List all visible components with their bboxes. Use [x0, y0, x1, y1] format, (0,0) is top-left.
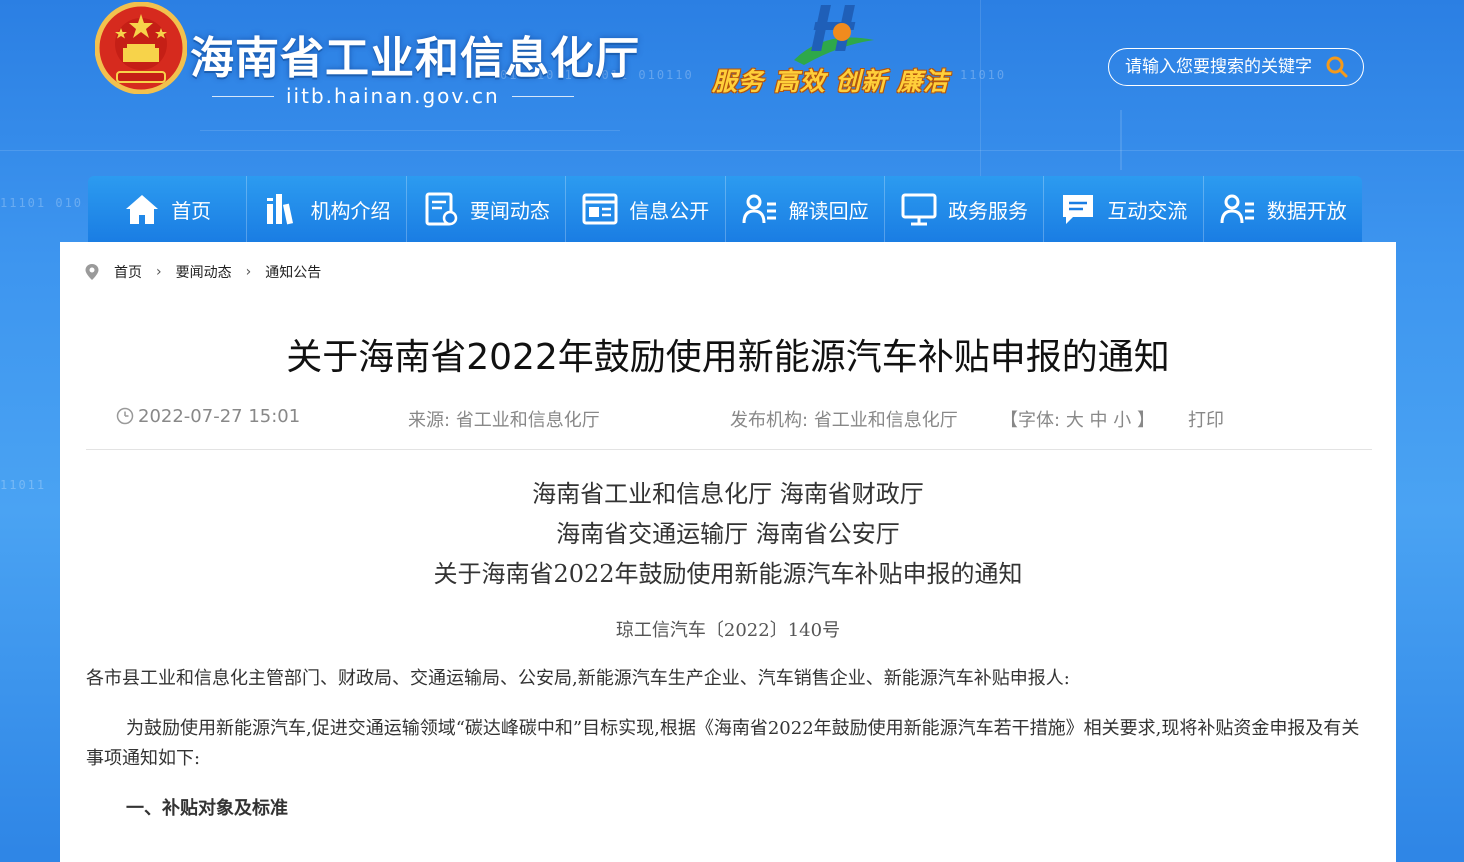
- user-list-icon: [1220, 194, 1254, 224]
- source: 来源: 省工业和信息化厅: [408, 406, 600, 432]
- site-title[interactable]: 海南省工业和信息化厅: [190, 22, 640, 86]
- article-title: 关于海南省2022年鼓励使用新能源汽车补贴申报的通知: [286, 337, 1170, 378]
- heading-line-3: 关于海南省2022年鼓励使用新能源汽车补贴申报的通知: [433, 560, 1023, 588]
- font-medium-button[interactable]: 中: [1090, 410, 1108, 431]
- home-icon: [126, 195, 159, 224]
- font-small-button[interactable]: 小: [1113, 410, 1131, 431]
- font-large-button[interactable]: 大: [1066, 410, 1084, 431]
- font-size-switcher: 【字体: 大 中 小 】: [1000, 406, 1155, 432]
- breadcrumb: 首页 › 要闻动态 › 通知公告: [84, 262, 321, 282]
- divider-line: [511, 95, 574, 97]
- nav-label: 信息公开: [629, 198, 710, 223]
- nav-label: 首页: [171, 198, 212, 223]
- main-nav: 首页 机构介绍 要闻动态 信息公开 解读回应 政务服务 互动交流 数据开放: [88, 176, 1362, 242]
- nav-label: 解读回应: [788, 198, 869, 223]
- nav-item-services[interactable]: 政务服务: [885, 176, 1045, 242]
- section-heading: 一、补贴对象及标准: [126, 798, 288, 819]
- publish-date-text: 2022-07-27 15:01: [138, 406, 301, 427]
- clock-icon: [116, 407, 134, 425]
- document-number: 琼工信汽车〔2022〕140号: [615, 620, 841, 641]
- source-value: 省工业和信息化厅: [455, 410, 600, 431]
- search-box[interactable]: [1108, 48, 1364, 86]
- national-emblem-icon: [95, 2, 187, 94]
- breadcrumb-separator-icon: ›: [156, 264, 162, 280]
- article-panel: 首页 › 要闻动态 › 通知公告 关于海南省2022年鼓励使用新能源汽车补贴申报…: [60, 242, 1396, 862]
- document-heading: 海南省工业和信息化厅 海南省财政厅 海南省交通运输厅 海南省公安厅 关于海南省2…: [60, 474, 1396, 594]
- search-icon[interactable]: [1325, 55, 1349, 79]
- monitor-icon: [901, 193, 937, 226]
- paragraph-intro: 为鼓励使用新能源汽车,促进交通运输领域“碳达峰碳中和”目标实现,根据《海南省20…: [86, 718, 1360, 769]
- nav-item-news[interactable]: 要闻动态: [407, 176, 567, 242]
- breadcrumb-separator-icon: ›: [245, 264, 252, 280]
- heading-line-1: 海南省工业和信息化厅 海南省财政厅: [532, 480, 924, 508]
- nav-item-interpretation[interactable]: 解读回应: [726, 176, 885, 242]
- publisher-label: 发布机构:: [730, 410, 809, 431]
- breadcrumb-section[interactable]: 要闻动态: [176, 262, 232, 282]
- chat-icon: [1063, 195, 1094, 224]
- nav-label: 要闻动态: [469, 198, 550, 223]
- divider-line: [212, 95, 274, 97]
- nav-label: 数据开放: [1266, 198, 1347, 223]
- publish-date: 2022-07-27 15:01: [116, 406, 300, 427]
- org-icon: [266, 194, 293, 225]
- publisher: 发布机构: 省工业和信息化厅: [730, 406, 958, 432]
- search-input[interactable]: [1125, 57, 1315, 77]
- breadcrumb-home[interactable]: 首页: [114, 262, 142, 282]
- ministry-logo-icon: [794, 5, 874, 65]
- site-slogan: 服务 高效 创新 廉洁: [712, 67, 950, 96]
- source-label: 来源:: [408, 410, 451, 431]
- nav-item-home[interactable]: 首页: [88, 176, 248, 242]
- user-list-icon: [742, 194, 776, 224]
- site-domain: iitb.hainan.gov.cn: [286, 84, 500, 108]
- news-icon: [425, 192, 458, 226]
- site-domain-row: iitb.hainan.gov.cn: [200, 84, 586, 108]
- font-size-label: 【字体:: [1000, 410, 1061, 431]
- meta-divider: [86, 449, 1372, 450]
- location-pin-icon: [85, 264, 99, 280]
- nav-item-interaction[interactable]: 互动交流: [1044, 176, 1204, 242]
- paragraph-addressees: 各市县工业和信息化主管部门、财政局、交通运输局、公安局,新能源汽车生产企业、汽车…: [86, 668, 1070, 689]
- info-icon: [582, 193, 618, 225]
- nav-item-open-data[interactable]: 数据开放: [1204, 176, 1362, 242]
- nav-item-info[interactable]: 信息公开: [566, 176, 726, 242]
- nav-label: 互动交流: [1107, 198, 1188, 223]
- font-size-close: 】: [1137, 410, 1156, 431]
- nav-label: 机构介绍: [310, 198, 391, 223]
- print-button[interactable]: 打印: [1188, 406, 1224, 432]
- heading-line-2: 海南省交通运输厅 海南省公安厅: [556, 520, 900, 548]
- breadcrumb-current[interactable]: 通知公告: [265, 262, 321, 282]
- nav-label: 政务服务: [948, 198, 1029, 223]
- nav-item-org[interactable]: 机构介绍: [247, 176, 407, 242]
- publisher-value: 省工业和信息化厅: [813, 410, 958, 431]
